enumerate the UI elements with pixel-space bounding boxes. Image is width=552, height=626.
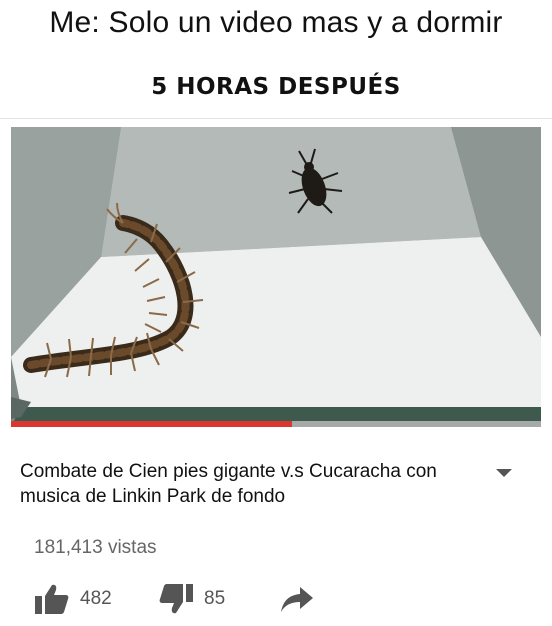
dislike-count: 85 (204, 588, 226, 609)
video-progress-bar[interactable] (11, 421, 541, 427)
like-button[interactable]: 482 (34, 581, 112, 617)
view-count: 181,413 vistas (34, 537, 157, 558)
thumbs-down-icon (159, 584, 193, 614)
chevron-down-icon[interactable] (496, 469, 512, 477)
video-player[interactable] (11, 127, 541, 427)
video-card: Combate de Cien pies gigante v.s Cucarac… (0, 118, 552, 626)
video-title-row: Combate de Cien pies gigante v.s Cucarac… (20, 459, 532, 509)
like-count: 482 (80, 588, 112, 609)
meme-sub-caption: 5 HORAS DESPUÉS (151, 74, 401, 100)
meme-top-caption: Me: Solo un video mas y a dormir (49, 6, 503, 39)
thumbs-up-icon (35, 584, 69, 614)
video-title: Combate de Cien pies gigante v.s Cucarac… (20, 461, 437, 507)
video-frame (11, 127, 541, 427)
video-progress-fill (11, 421, 292, 427)
share-button[interactable] (280, 581, 314, 617)
share-arrow-icon (281, 587, 313, 612)
dislike-button[interactable]: 85 (158, 581, 225, 617)
